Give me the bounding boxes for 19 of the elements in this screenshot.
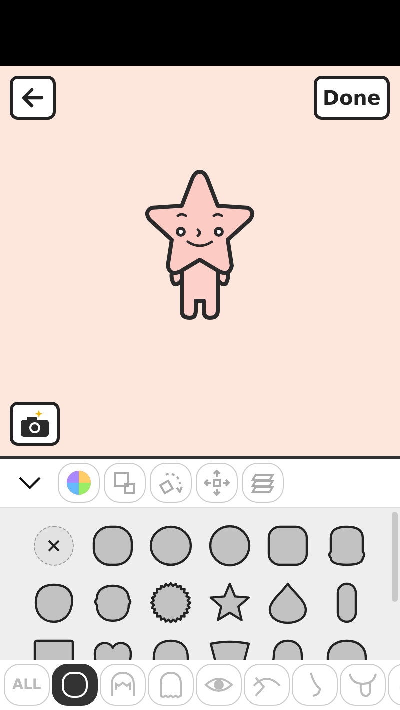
scrollbar[interactable] bbox=[392, 512, 398, 602]
move-arrows-icon bbox=[204, 470, 230, 496]
tool-button[interactable] bbox=[58, 463, 100, 503]
chevron-down-icon[interactable] bbox=[18, 476, 42, 490]
done-button[interactable]: Done bbox=[314, 76, 390, 120]
face-shape-icon[interactable] bbox=[149, 524, 194, 568]
clear-shape-button[interactable] bbox=[34, 526, 74, 566]
back-button[interactable] bbox=[10, 76, 56, 120]
color-wheel-icon bbox=[66, 470, 92, 496]
face-shape-icon[interactable] bbox=[149, 580, 194, 624]
copy-icon bbox=[112, 470, 138, 496]
face-icon bbox=[60, 670, 90, 700]
camera-icon bbox=[19, 409, 51, 439]
face-shape-icon[interactable] bbox=[208, 524, 252, 568]
face-shape-icon[interactable] bbox=[208, 580, 252, 624]
close-icon bbox=[47, 538, 62, 552]
camera-button[interactable] bbox=[10, 402, 60, 446]
face-shape-icon[interactable] bbox=[266, 524, 310, 568]
category-tab[interactable] bbox=[52, 664, 98, 706]
